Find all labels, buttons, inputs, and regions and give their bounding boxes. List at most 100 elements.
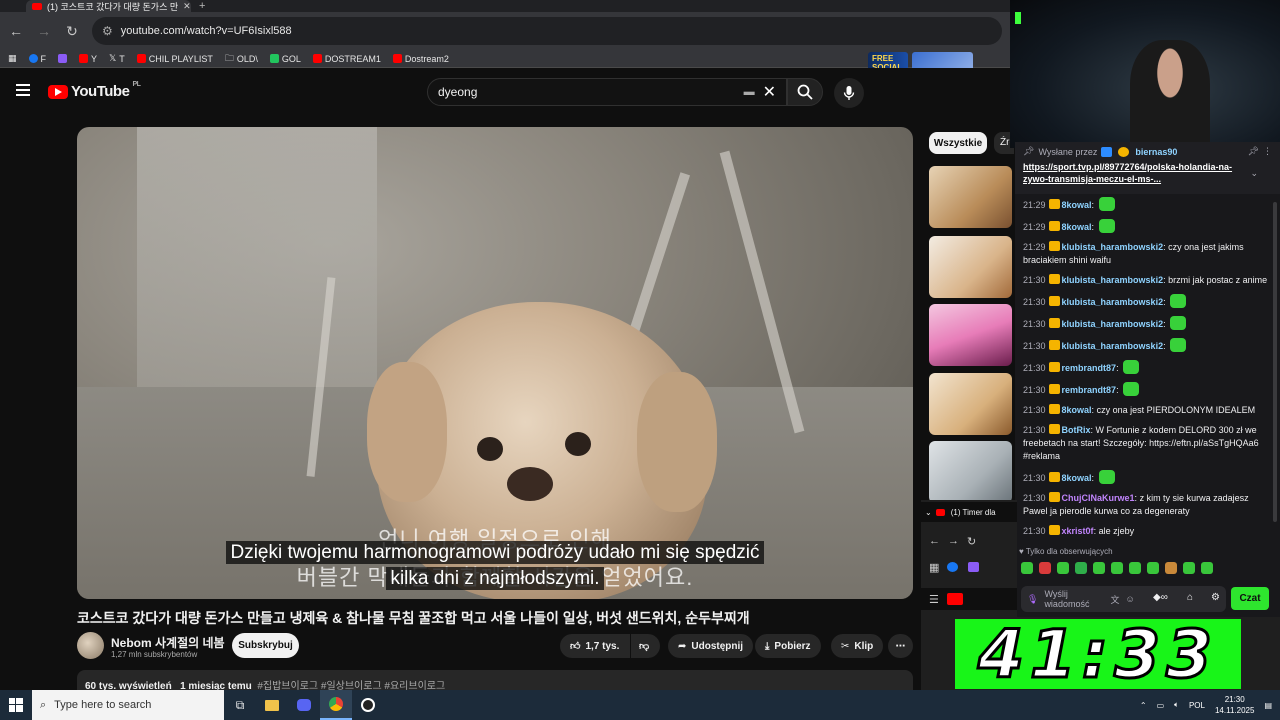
chat-emote-icon[interactable] (1098, 219, 1115, 233)
emote-icon[interactable] (1111, 562, 1123, 574)
recommended-thumbnail[interactable] (929, 441, 1012, 503)
voice-search-button[interactable] (834, 78, 864, 108)
chat-username[interactable]: 8kowal (1062, 200, 1092, 210)
microphone-icon[interactable]: 🎙︎ (1027, 594, 1038, 605)
chat-username[interactable]: klubista_harambowski2 (1062, 297, 1164, 307)
emote-icon[interactable] (1183, 562, 1195, 574)
chip-all[interactable]: Wszystkie (929, 132, 987, 154)
discord-icon[interactable] (288, 690, 320, 720)
chat-username[interactable]: klubista_harambowski2 (1062, 275, 1164, 285)
description-box[interactable]: 60 tys. wyświetleń 1 miesiąc temu #집밥브이로… (77, 670, 913, 692)
reload-icon[interactable]: ↻ (967, 535, 976, 548)
chat-username[interactable]: 8kowal (1062, 473, 1092, 483)
emote-icon[interactable] (1075, 562, 1087, 574)
bookmark-item[interactable]: 𝕏T (109, 53, 125, 64)
recommended-thumbnail[interactable] (929, 236, 1012, 298)
mini-browser-tab[interactable]: ⌄ (1) Timer dla (921, 502, 1017, 522)
emote-icon[interactable] (1165, 562, 1177, 574)
bookmark-item[interactable]: Y (79, 54, 97, 64)
notifications-icon[interactable]: ▤ (1264, 701, 1272, 710)
bookmark-item[interactable]: DOSTREAM1 (312, 54, 381, 64)
chat-username[interactable]: klubista_harambowski2 (1062, 319, 1164, 329)
more-actions-button[interactable]: ⋯ (888, 634, 913, 658)
bookmark-item[interactable]: CHIL PLAYLIST (136, 54, 213, 64)
chat-scrollbar[interactable] (1273, 202, 1277, 522)
chat-username[interactable]: 8kowal (1062, 222, 1092, 232)
close-tab-icon[interactable]: ✕ (183, 1, 191, 12)
chrome-icon[interactable] (320, 690, 352, 720)
taskbar-search[interactable]: ⌕ Type here to search (32, 690, 224, 720)
chat-emote-icon[interactable] (1123, 382, 1140, 396)
chat-username[interactable]: rembrandt87 (1062, 363, 1117, 373)
reload-icon[interactable]: ↻ (64, 23, 80, 40)
site-info-icon[interactable]: ⚙ (102, 24, 113, 38)
apps-grid-icon[interactable]: ▦ (8, 53, 17, 64)
twitch-icon[interactable] (968, 562, 980, 572)
recommended-thumbnail[interactable] (929, 304, 1012, 366)
clear-search-icon[interactable]: ✕ (763, 82, 776, 102)
chat-emote-icon[interactable] (1123, 360, 1140, 374)
chat-emote-icon[interactable] (1170, 338, 1187, 352)
more-vertical-icon[interactable]: ⋮ (1263, 146, 1272, 157)
recommended-thumbnail[interactable] (929, 166, 1012, 228)
obs-icon[interactable] (352, 690, 384, 720)
address-bar[interactable]: ⚙ youtube.com/watch?v=UF6Isixl588 (92, 17, 1002, 45)
menu-icon[interactable] (16, 84, 30, 96)
emote-icon[interactable] (1039, 562, 1051, 574)
channel-name[interactable]: Nebom 사계절의 네봄 (111, 634, 225, 651)
chat-username[interactable]: klubista_harambowski2 (1062, 242, 1164, 252)
recommended-thumbnail[interactable] (929, 373, 1012, 435)
chat-emote-icon[interactable] (1170, 316, 1187, 330)
store-icon[interactable]: ⌂ (1187, 592, 1193, 603)
bookmark-item[interactable] (58, 54, 68, 63)
chevron-down-icon[interactable]: ⌄ (925, 508, 932, 517)
task-view-icon[interactable]: ⧉ (224, 690, 256, 720)
emote-icon[interactable] (1201, 562, 1213, 574)
video-player[interactable]: 언니 여행 일정으로 인해 버블간 막내들과 함께할 시간을 얻었어요. Dzi… (77, 127, 913, 599)
tray-chevron-icon[interactable]: ⌃ (1140, 701, 1147, 710)
chat-input[interactable]: 🎙︎ Wyślij wiadomość 文 ☺ (1021, 586, 1226, 612)
share-button[interactable]: ➦ Udostępnij (668, 634, 754, 658)
new-tab-icon[interactable]: + (199, 0, 205, 12)
chat-emote-icon[interactable] (1170, 294, 1187, 308)
network-icon[interactable]: ▭ (1157, 701, 1165, 710)
bookmark-item[interactable]: GOL (269, 54, 301, 64)
pinned-link[interactable]: https://sport.tvp.pl/89772764/polska-hol… (1023, 161, 1248, 185)
chat-username[interactable]: BotRix (1062, 425, 1091, 435)
emote-icon[interactable] (1147, 562, 1159, 574)
browser-tab-active[interactable]: (1) 코스트코 갔다가 대량 돈가스 만 ✕ (26, 0, 191, 12)
search-input[interactable]: dyeong ▬ ✕ (427, 78, 787, 106)
menu-icon[interactable]: ☰ (929, 593, 939, 606)
emote-icon[interactable] (1057, 562, 1069, 574)
language-indicator[interactable]: POL (1189, 701, 1205, 710)
settings-gear-icon[interactable]: ⚙ (1211, 592, 1220, 603)
unpin-icon[interactable]: 📌︎ (1248, 146, 1259, 157)
bookmark-folder[interactable]: 🗀 OLD\ (225, 51, 258, 67)
dislike-button[interactable]: 👎︎ (631, 634, 660, 658)
bookmark-item[interactable]: Dostream2 (392, 54, 449, 64)
keyboard-icon[interactable]: ▬ (744, 86, 755, 98)
chat-username[interactable]: ChujCINaKurwe1 (1062, 493, 1135, 503)
translate-icon[interactable]: 文 (1110, 593, 1119, 606)
youtube-logo[interactable]: YouTube PL (48, 81, 141, 100)
emoji-icon[interactable]: ☺ (1125, 594, 1134, 604)
file-explorer-icon[interactable] (256, 690, 288, 720)
chat-username[interactable]: 8kowal (1062, 405, 1092, 415)
chat-username[interactable]: klubista_harambowski2 (1062, 341, 1164, 351)
clock[interactable]: 21:30 14.11.2025 (1215, 694, 1254, 716)
channel-avatar[interactable] (77, 632, 104, 659)
clip-button[interactable]: ✂ Klip (831, 634, 884, 658)
chat-send-button[interactable]: Czat (1231, 587, 1269, 610)
facebook-icon[interactable] (947, 562, 959, 572)
search-button[interactable] (787, 78, 823, 106)
apps-grid-icon[interactable]: ▦ (929, 561, 939, 574)
chat-emote-icon[interactable] (1098, 197, 1115, 211)
bookmark-item[interactable]: F (28, 54, 46, 64)
forward-arrow-icon[interactable]: → (948, 535, 959, 547)
forward-arrow-icon[interactable]: → (36, 23, 52, 39)
back-arrow-icon[interactable]: ← (929, 535, 940, 547)
back-arrow-icon[interactable]: ← (8, 23, 24, 39)
emote-icon[interactable] (1093, 562, 1105, 574)
emote-icon[interactable] (1129, 562, 1141, 574)
pinned-by-user[interactable]: biernas90 (1135, 147, 1177, 157)
